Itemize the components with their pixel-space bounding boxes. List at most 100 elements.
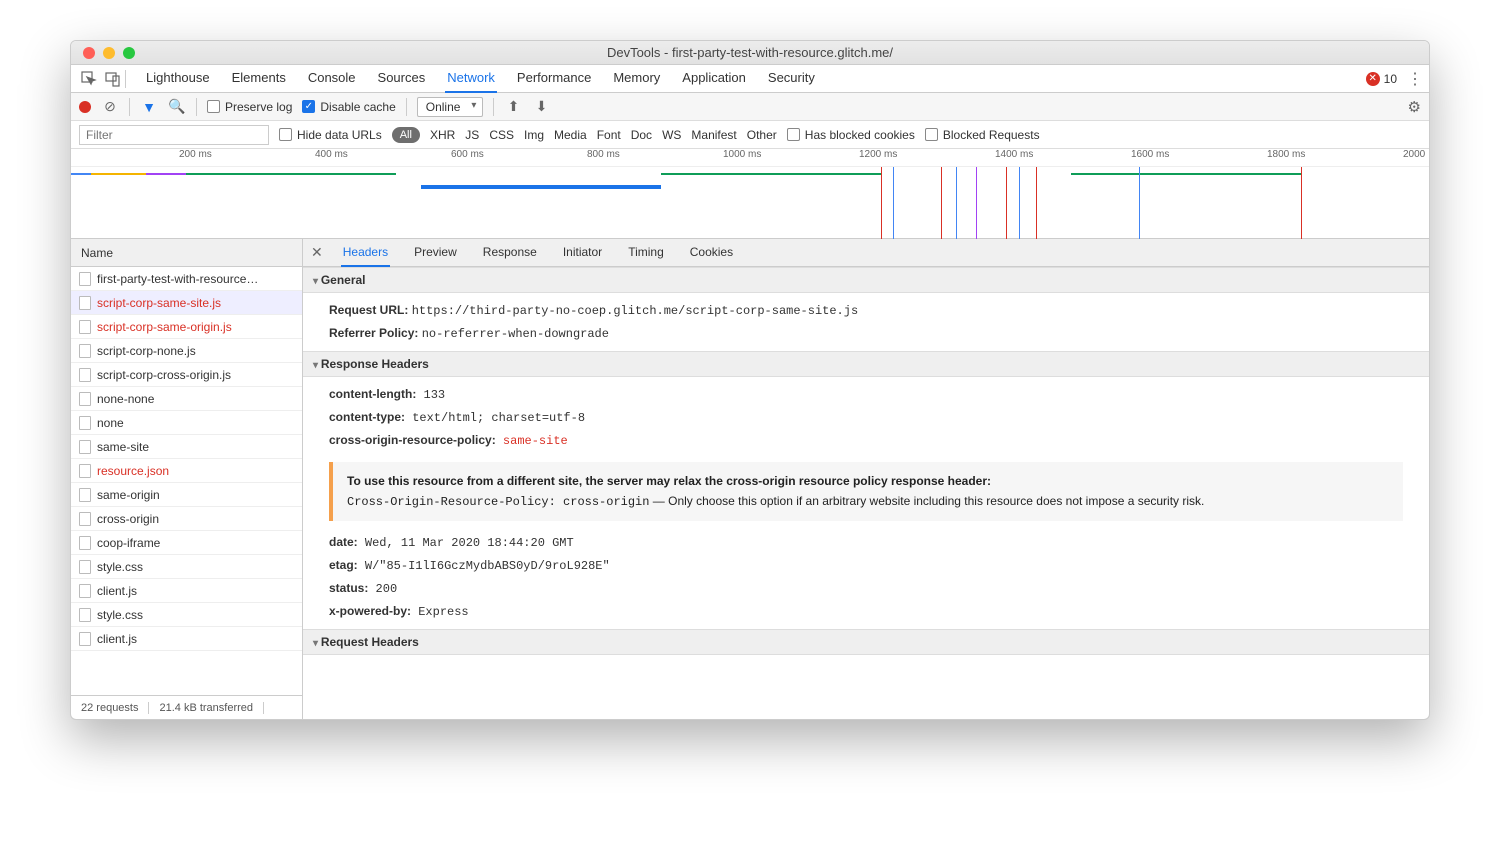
name-column-header[interactable]: Name <box>71 239 302 267</box>
filter-type-all[interactable]: All <box>392 127 420 143</box>
timeline-overview[interactable]: 200 ms400 ms600 ms800 ms1000 ms1200 ms14… <box>71 149 1429 239</box>
titlebar: DevTools - first-party-test-with-resourc… <box>71 41 1429 65</box>
timeline-tick: 1000 ms <box>723 149 761 160</box>
blocked-requests-checkbox[interactable]: Blocked Requests <box>925 128 1040 142</box>
request-row[interactable]: client.js <box>71 579 302 603</box>
file-icon <box>79 440 91 454</box>
file-icon <box>79 392 91 406</box>
file-icon <box>79 368 91 382</box>
hide-data-urls-checkbox[interactable]: Hide data URLs <box>279 128 382 142</box>
separator <box>493 98 494 116</box>
filter-toggle-icon[interactable]: ▼ <box>140 99 158 115</box>
detail-tab-timing[interactable]: Timing <box>626 239 666 267</box>
file-icon <box>79 344 91 358</box>
filter-types: XHR JS CSS Img Media Font Doc WS Manifest Other <box>430 128 777 142</box>
request-row[interactable]: style.css <box>71 555 302 579</box>
request-row[interactable]: script-corp-same-origin.js <box>71 315 302 339</box>
filter-input[interactable] <box>79 125 269 145</box>
tab-performance[interactable]: Performance <box>515 64 593 93</box>
request-row[interactable]: client.js <box>71 627 302 651</box>
request-row[interactable]: style.css <box>71 603 302 627</box>
filter-type-ws[interactable]: WS <box>662 128 681 142</box>
detail-tab-headers[interactable]: Headers <box>341 239 390 267</box>
timeline-tick: 800 ms <box>587 149 620 160</box>
file-icon <box>79 464 91 478</box>
request-row[interactable]: script-corp-same-site.js <box>71 291 302 315</box>
minimize-window-icon[interactable] <box>103 47 115 59</box>
filter-type-font[interactable]: Font <box>597 128 621 142</box>
download-har-icon[interactable]: ⬇ <box>532 98 550 115</box>
has-blocked-cookies-checkbox[interactable]: Has blocked cookies <box>787 128 915 142</box>
separator <box>125 70 126 88</box>
request-name: script-corp-same-site.js <box>97 296 221 310</box>
section-request-headers[interactable]: Request Headers <box>303 629 1429 655</box>
detail-tab-initiator[interactable]: Initiator <box>561 239 604 267</box>
tab-lighthouse[interactable]: Lighthouse <box>144 64 212 93</box>
main-split: Name first-party-test-with-resource… scri… <box>71 239 1429 719</box>
tab-network[interactable]: Network <box>445 64 497 93</box>
detail-tab-cookies[interactable]: Cookies <box>688 239 735 267</box>
request-row[interactable]: same-origin <box>71 483 302 507</box>
headers-panel: General Request URL: https://third-party… <box>303 267 1429 719</box>
close-window-icon[interactable] <box>83 47 95 59</box>
request-list-pane: Name first-party-test-with-resource… scri… <box>71 239 303 719</box>
separator <box>196 98 197 116</box>
section-response-headers[interactable]: Response Headers <box>303 351 1429 377</box>
request-row[interactable]: first-party-test-with-resource… <box>71 267 302 291</box>
filter-type-doc[interactable]: Doc <box>631 128 652 142</box>
request-row[interactable]: coop-iframe <box>71 531 302 555</box>
filter-type-xhr[interactable]: XHR <box>430 128 455 142</box>
detail-tab-preview[interactable]: Preview <box>412 239 459 267</box>
tab-elements[interactable]: Elements <box>230 64 288 93</box>
more-menu-icon[interactable]: ⋮ <box>1407 69 1423 89</box>
search-icon[interactable]: 🔍 <box>168 98 186 115</box>
filter-type-other[interactable]: Other <box>747 128 777 142</box>
network-toolbar: ⊘ ▼ 🔍 Preserve log ✓Disable cache Online… <box>71 93 1429 121</box>
preserve-log-checkbox[interactable]: Preserve log <box>207 100 292 114</box>
tab-memory[interactable]: Memory <box>611 64 662 93</box>
requests-count: 22 requests <box>71 702 149 714</box>
request-name: first-party-test-with-resource… <box>97 272 258 286</box>
upload-har-icon[interactable]: ⬆ <box>504 98 522 115</box>
filter-type-css[interactable]: CSS <box>489 128 514 142</box>
file-icon <box>79 512 91 526</box>
record-icon[interactable] <box>79 101 91 113</box>
status-footer: 22 requests 21.4 kB transferred <box>71 695 302 719</box>
filter-type-manifest[interactable]: Manifest <box>691 128 736 142</box>
request-row[interactable]: script-corp-cross-origin.js <box>71 363 302 387</box>
errors-badge[interactable]: ✕ 10 <box>1366 72 1397 86</box>
zoom-window-icon[interactable] <box>123 47 135 59</box>
corp-hint-callout: To use this resource from a different si… <box>329 462 1403 521</box>
filter-type-js[interactable]: JS <box>465 128 479 142</box>
settings-icon[interactable]: ⚙ <box>1408 98 1421 116</box>
request-name: client.js <box>97 584 137 598</box>
filter-row: Hide data URLs All XHR JS CSS Img Media Font D… <box>71 121 1429 149</box>
request-row[interactable]: script-corp-none.js <box>71 339 302 363</box>
request-row[interactable]: none-none <box>71 387 302 411</box>
request-row[interactable]: cross-origin <box>71 507 302 531</box>
clear-icon[interactable]: ⊘ <box>101 98 119 115</box>
disable-cache-checkbox[interactable]: ✓Disable cache <box>302 100 395 114</box>
request-list[interactable]: first-party-test-with-resource… script-co… <box>71 267 302 695</box>
detail-tab-response[interactable]: Response <box>481 239 539 267</box>
filter-type-img[interactable]: Img <box>524 128 544 142</box>
header-value: W/"85-I1lI6GczMydbABS0yD/9roL928E" <box>358 559 610 573</box>
tab-console[interactable]: Console <box>306 64 358 93</box>
filter-type-media[interactable]: Media <box>554 128 587 142</box>
inspect-element-icon[interactable] <box>77 67 101 91</box>
timeline-selection[interactable] <box>421 185 661 189</box>
device-toggle-icon[interactable] <box>101 67 125 91</box>
tab-sources[interactable]: Sources <box>376 64 428 93</box>
tab-application[interactable]: Application <box>680 64 748 93</box>
throttling-select[interactable]: Online <box>417 97 484 117</box>
tab-security[interactable]: Security <box>766 64 817 93</box>
section-general[interactable]: General <box>303 267 1429 293</box>
request-row[interactable]: none <box>71 411 302 435</box>
close-details-icon[interactable]: ✕ <box>311 244 323 261</box>
request-name: coop-iframe <box>97 536 160 550</box>
request-name: script-corp-same-origin.js <box>97 320 232 334</box>
devtools-window: DevTools - first-party-test-with-resourc… <box>70 40 1430 720</box>
request-row[interactable]: resource.json <box>71 459 302 483</box>
traffic-lights <box>71 47 135 59</box>
request-row[interactable]: same-site <box>71 435 302 459</box>
